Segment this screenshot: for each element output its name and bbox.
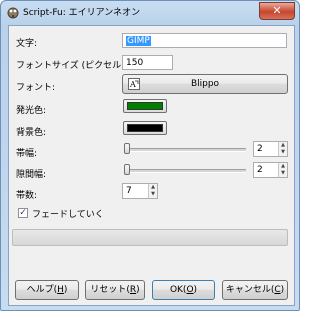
font-picker-button[interactable]: A Blippo: [122, 74, 288, 94]
glow-color-swatch: [127, 102, 163, 110]
dialog-content: 文字: GIMP フォントサイズ (ピクセル): 150 フォント: A Bli…: [8, 25, 295, 306]
band-width-label: 帯幅:: [16, 149, 38, 159]
window-title: Script-Fu: エイリアンネオン: [23, 8, 141, 18]
font-size-label: フォントサイズ (ピクセル):: [16, 61, 128, 71]
gap-width-value: 2: [257, 165, 263, 175]
spin-up-icon[interactable]: ▲: [279, 142, 287, 149]
fade-label[interactable]: フェードしていく: [32, 207, 104, 220]
spin-up-icon[interactable]: ▲: [149, 184, 157, 191]
spin-down-icon[interactable]: ▼: [279, 149, 287, 156]
dialog-window: Script-Fu: エイリアンネオン ✕ 文字: GIMP フォントサイズ (…: [0, 0, 300, 311]
band-width-slider-thumb[interactable]: [124, 143, 130, 154]
bg-color-swatch: [127, 124, 163, 132]
cancel-paren: ): [280, 285, 285, 295]
band-width-slider[interactable]: [125, 148, 246, 152]
band-count-value: 7: [126, 186, 132, 196]
band-width-spinbox[interactable]: 2 ▲ ▼: [253, 141, 288, 157]
reset-button[interactable]: リセット(R): [85, 280, 145, 300]
cancel-label: キャンセル(: [225, 285, 275, 295]
spin-down-icon[interactable]: ▼: [279, 170, 287, 177]
band-width-arrows: ▲ ▼: [278, 142, 287, 156]
text-label: 文字:: [16, 39, 38, 49]
help-paren: ): [63, 285, 68, 295]
ok-button[interactable]: OK(O): [152, 280, 215, 300]
close-button[interactable]: ✕: [259, 2, 295, 20]
glow-color-label: 発光色:: [16, 106, 47, 116]
progress-bar: [12, 229, 288, 246]
gap-width-arrows: ▲ ▼: [278, 163, 287, 177]
title-bar[interactable]: Script-Fu: エイリアンネオン ✕: [1, 1, 299, 23]
band-count-spinbox[interactable]: 7 ▲ ▼: [122, 183, 158, 199]
gap-width-slider[interactable]: [125, 169, 246, 173]
ok-mnemonic: O: [186, 285, 194, 295]
band-count-arrows: ▲ ▼: [148, 184, 157, 198]
help-mnemonic: H: [57, 285, 64, 295]
help-label: ヘルプ(: [26, 285, 58, 295]
help-button[interactable]: ヘルプ(H): [15, 280, 79, 300]
gap-width-slider-thumb[interactable]: [124, 164, 130, 175]
font-label: フォント:: [16, 83, 56, 93]
gap-width-spinbox[interactable]: 2 ▲ ▼: [253, 162, 288, 178]
glow-color-button[interactable]: [123, 99, 167, 113]
close-icon: ✕: [272, 4, 282, 17]
spin-down-icon[interactable]: ▼: [149, 191, 157, 198]
band-count-label: 帯数:: [16, 191, 38, 201]
ok-label: OK(: [169, 285, 187, 295]
font-size-input[interactable]: 150: [122, 55, 173, 70]
fade-checkbox[interactable]: ✓: [18, 208, 28, 218]
spin-up-icon[interactable]: ▲: [279, 163, 287, 170]
cancel-button[interactable]: キャンセル(C): [222, 280, 288, 300]
font-icon: A: [128, 78, 140, 90]
text-input[interactable]: GIMP: [122, 33, 287, 48]
gimp-app-icon: [7, 7, 19, 19]
svg-text:A: A: [129, 80, 136, 89]
reset-label: リセット(: [90, 285, 130, 295]
font-value: Blippo: [190, 79, 220, 89]
text-input-value: GIMP: [126, 36, 151, 46]
gap-width-label: 隙間幅:: [16, 170, 47, 180]
check-icon: ✓: [19, 208, 27, 218]
reset-paren: ): [136, 285, 140, 295]
ok-paren: ): [193, 285, 198, 295]
bg-color-button[interactable]: [123, 121, 167, 135]
band-width-value: 2: [257, 144, 263, 154]
bg-color-label: 背景色:: [16, 128, 47, 138]
font-size-value: 150: [126, 58, 144, 68]
